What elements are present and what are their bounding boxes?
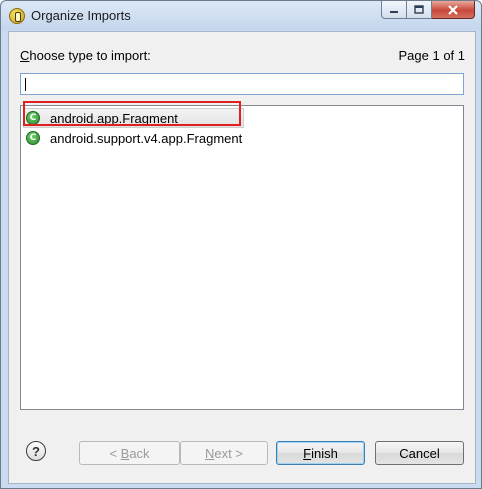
list-item-label: android.app.Fragment xyxy=(50,110,178,126)
maximize-button[interactable] xyxy=(407,1,432,19)
help-icon[interactable]: ? xyxy=(26,441,46,461)
back-button[interactable]: < Back xyxy=(79,441,180,465)
finish-button[interactable]: Finish xyxy=(276,441,365,465)
class-icon: C xyxy=(26,131,40,145)
title-bar[interactable]: Organize Imports xyxy=(1,1,481,30)
type-filter-input[interactable] xyxy=(20,73,464,95)
close-button[interactable] xyxy=(432,1,475,19)
dialog-body: Choose type to import: Page 1 of 1 C and… xyxy=(8,31,476,484)
window-minimize-icon xyxy=(390,10,398,13)
cancel-button[interactable]: Cancel xyxy=(375,441,464,465)
window-title: Organize Imports xyxy=(31,8,131,23)
list-item-android-support-v4-app-fragment[interactable]: C android.support.v4.app.Fragment xyxy=(23,128,242,148)
eclipse-app-icon xyxy=(9,8,25,24)
list-item-label: android.support.v4.app.Fragment xyxy=(50,130,243,146)
minimize-button[interactable] xyxy=(381,1,407,19)
type-list[interactable]: C android.app.Fragment C android.support… xyxy=(20,105,464,410)
choose-type-label: Choose type to import: xyxy=(20,48,151,63)
class-icon: C xyxy=(26,111,40,125)
next-button[interactable]: Next > xyxy=(180,441,268,465)
list-item-android-app-fragment[interactable]: C android.app.Fragment xyxy=(23,108,244,128)
window-controls xyxy=(381,1,475,21)
text-caret xyxy=(25,78,26,91)
window-maximize-icon xyxy=(414,4,424,14)
page-indicator: Page 1 of 1 xyxy=(398,48,466,63)
window-close-icon xyxy=(448,4,458,15)
organize-imports-window: Organize Imports Choose type to import: … xyxy=(0,0,482,489)
